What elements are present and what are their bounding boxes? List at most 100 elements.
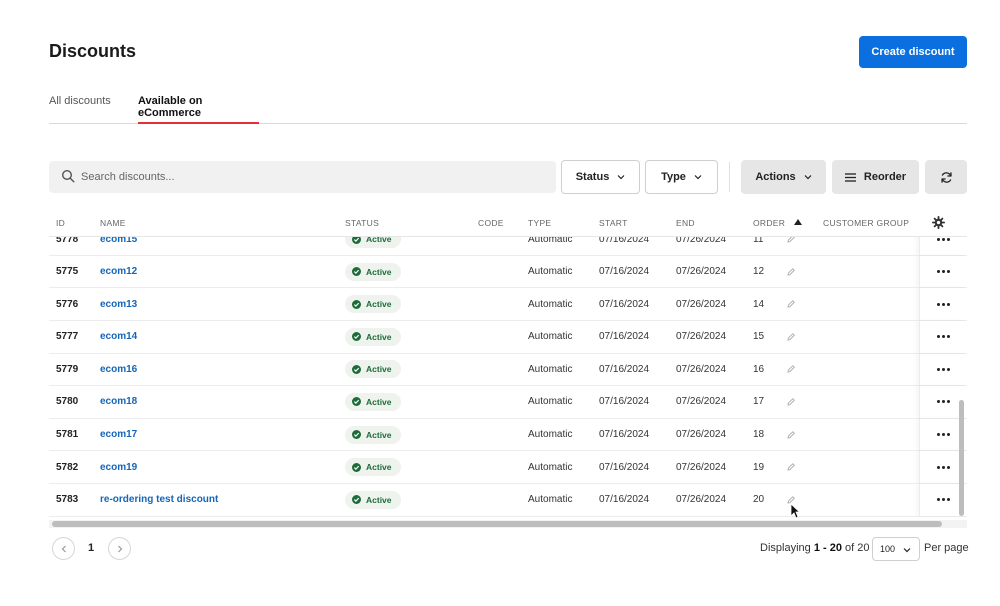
actions-button[interactable]: Actions	[741, 160, 826, 194]
pencil-icon[interactable]	[786, 354, 796, 386]
check-circle-icon	[352, 332, 361, 342]
column-header-code[interactable]: CODE	[478, 218, 504, 228]
search-box[interactable]	[49, 161, 556, 193]
row-type: Automatic	[528, 429, 573, 441]
current-page-number[interactable]: 1	[88, 542, 94, 554]
pencil-icon[interactable]	[786, 256, 796, 288]
reorder-button[interactable]: Reorder	[832, 160, 919, 194]
next-page-button[interactable]	[108, 537, 131, 560]
row-name-link[interactable]: ecom19	[100, 451, 137, 483]
status-badge-label: Active	[366, 237, 392, 244]
status-filter-label: Status	[575, 171, 610, 183]
vertical-scrollbar[interactable]	[959, 400, 964, 516]
row-status: Active	[345, 354, 401, 386]
column-header-name[interactable]: NAME	[100, 218, 126, 228]
table-row[interactable]: 5778 ecom15 Active Automatic 07/16/2024 07/26…	[49, 237, 967, 256]
row-name-link[interactable]: ecom14	[100, 321, 137, 353]
row-name-link[interactable]: re-ordering test discount	[100, 484, 218, 516]
column-header-order[interactable]: ORDER	[753, 218, 785, 228]
check-circle-icon	[352, 430, 361, 440]
row-end-date: 07/26/2024	[676, 461, 727, 473]
table-row[interactable]: 5781 ecom17 Active Automatic 07/16/2024 07/26…	[49, 418, 967, 452]
pencil-icon[interactable]	[786, 419, 796, 451]
row-order: 20	[753, 494, 765, 506]
pencil-icon[interactable]	[786, 451, 796, 483]
row-end-date: 07/26/2024	[676, 363, 727, 375]
chevron-left-icon	[61, 545, 66, 552]
row-name-link[interactable]: ecom15	[100, 237, 137, 255]
row-end-date: 07/26/2024	[676, 237, 727, 245]
sort-ascending-icon[interactable]	[794, 219, 802, 225]
row-status: Active	[345, 288, 401, 320]
table-row[interactable]: 5780 ecom18 Active Automatic 07/16/2024 07/26…	[49, 386, 967, 419]
type-filter-button[interactable]: Type	[645, 160, 718, 194]
displaying-total: 20	[857, 542, 870, 554]
refresh-button[interactable]	[925, 160, 967, 194]
status-badge: Active	[345, 458, 401, 477]
more-horizontal-icon[interactable]	[919, 255, 967, 288]
row-id: 5782	[56, 461, 79, 473]
previous-page-button[interactable]	[52, 537, 75, 560]
pencil-icon[interactable]	[786, 321, 796, 353]
chevron-down-icon	[694, 175, 702, 180]
row-name-link[interactable]: ecom12	[100, 256, 137, 288]
table-row[interactable]: 5783 re-ordering test discount Active Autom…	[49, 484, 967, 517]
column-header-start[interactable]: START	[599, 218, 628, 228]
gear-icon[interactable]	[932, 216, 945, 229]
status-badge-label: Active	[366, 429, 392, 440]
tab-all-discounts[interactable]: All discounts	[49, 86, 111, 124]
status-filter-button[interactable]: Status	[561, 160, 640, 194]
mouse-cursor-icon	[790, 503, 800, 519]
discounts-table-body: 5778 ecom15 Active Automatic 07/16/2024 07/26…	[49, 237, 967, 519]
row-start-date: 07/16/2024	[599, 494, 650, 506]
create-discount-button[interactable]: Create discount	[859, 36, 967, 68]
column-header-status[interactable]: STATUS	[345, 218, 379, 228]
column-header-end[interactable]: END	[676, 218, 695, 228]
tab-available-on-ecommerce[interactable]: Available on eCommerce	[138, 86, 259, 124]
toolbar-separator	[729, 162, 730, 192]
per-page-value: 100	[880, 544, 896, 554]
more-horizontal-icon[interactable]	[919, 321, 967, 353]
row-name-link[interactable]: ecom17	[100, 419, 137, 451]
reorder-label: Reorder	[863, 171, 907, 183]
row-type: Automatic	[528, 237, 573, 245]
row-name-link[interactable]: ecom13	[100, 288, 137, 320]
row-order: 19	[753, 461, 765, 473]
row-order: 17	[753, 396, 765, 408]
row-order: 16	[753, 363, 765, 375]
table-row[interactable]: 5777 ecom14 Active Automatic 07/16/2024 07/26…	[49, 321, 967, 354]
check-circle-icon	[352, 364, 361, 374]
more-horizontal-icon[interactable]	[919, 237, 967, 255]
pencil-icon[interactable]	[786, 288, 796, 320]
row-id: 5775	[56, 266, 79, 278]
actions-label: Actions	[755, 171, 796, 183]
table-row[interactable]: 5776 ecom13 Active Automatic 07/16/2024 07/26…	[49, 288, 967, 321]
row-name-link[interactable]: ecom16	[100, 354, 137, 386]
table-row[interactable]: 5775 ecom12 Active Automatic 07/16/2024 07/26…	[49, 255, 967, 289]
check-circle-icon	[352, 495, 361, 505]
row-status: Active	[345, 386, 401, 418]
row-order: 15	[753, 331, 765, 343]
table-row[interactable]: 5782 ecom19 Active Automatic 07/16/2024 07/26…	[49, 451, 967, 484]
row-id: 5783	[56, 494, 79, 506]
column-header-type[interactable]: TYPE	[528, 218, 551, 228]
table-row[interactable]: 5779 ecom16 Active Automatic 07/16/2024 07/26…	[49, 353, 967, 387]
pencil-icon[interactable]	[786, 386, 796, 418]
row-status: Active	[345, 237, 401, 255]
row-start-date: 07/16/2024	[599, 331, 650, 343]
more-horizontal-icon[interactable]	[919, 353, 967, 386]
per-page-select[interactable]: 100	[872, 537, 920, 561]
horizontal-scrollbar[interactable]	[52, 521, 942, 527]
pencil-icon[interactable]	[786, 237, 796, 255]
row-start-date: 07/16/2024	[599, 396, 650, 408]
status-badge: Active	[345, 327, 401, 346]
more-horizontal-icon[interactable]	[919, 288, 967, 320]
displaying-range: 1 - 20	[813, 542, 842, 554]
row-status: Active	[345, 321, 401, 353]
refresh-icon	[940, 171, 952, 183]
search-input[interactable]	[81, 161, 541, 193]
column-header-id[interactable]: ID	[56, 218, 65, 228]
column-header-customer-group[interactable]: CUSTOMER GROUP	[823, 218, 909, 228]
status-badge-label: Active	[366, 396, 392, 407]
row-name-link[interactable]: ecom18	[100, 386, 137, 418]
